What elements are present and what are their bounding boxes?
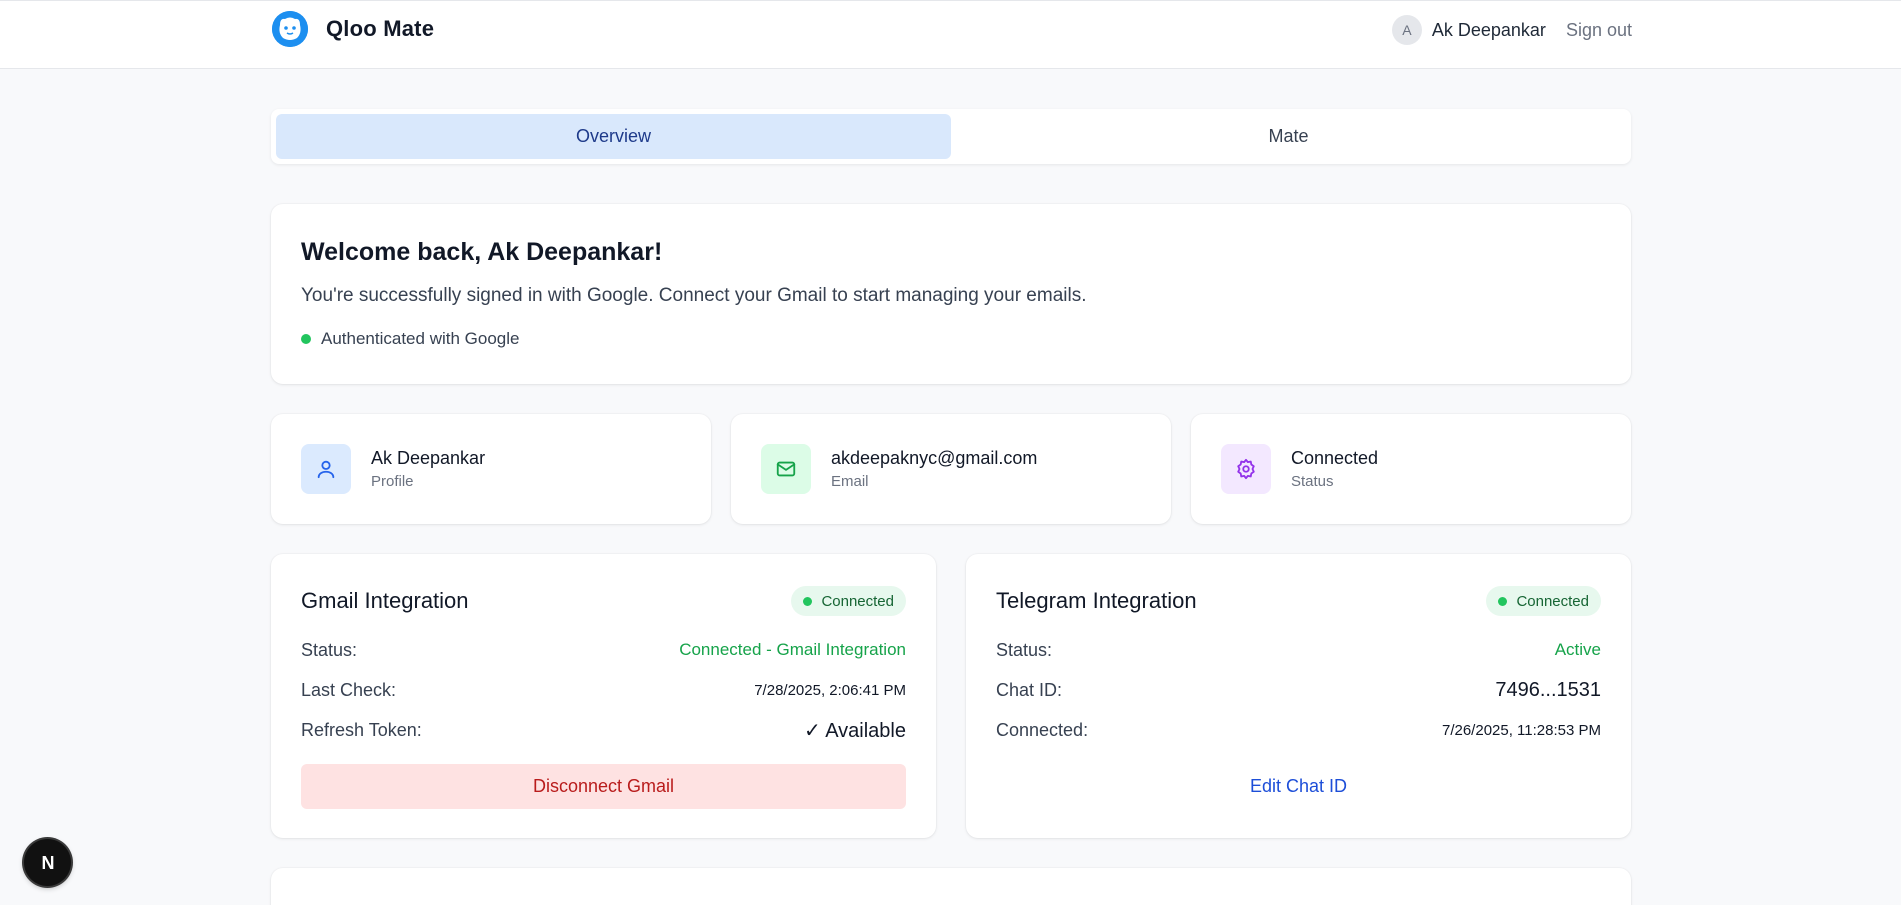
status-badge: Connected xyxy=(791,586,906,616)
status-dot-icon xyxy=(301,334,311,344)
auth-status: Authenticated with Google xyxy=(301,329,1601,349)
profile-card: Ak Deepankar Profile xyxy=(271,414,711,524)
row-value: 7/28/2025, 2:06:41 PM xyxy=(754,681,906,699)
brand[interactable]: Qloo Mate xyxy=(272,10,434,48)
svg-text:N: N xyxy=(41,853,54,873)
row-value: ✓ Available xyxy=(803,719,906,742)
gmail-refresh-token-row: Refresh Token: ✓ Available xyxy=(301,718,906,742)
user-name: Ak Deepankar xyxy=(1431,19,1546,40)
gear-icon xyxy=(1221,444,1271,494)
status-value: Connected xyxy=(1291,448,1379,468)
profile-label: Profile xyxy=(371,473,414,490)
row-value: Connected - Gmail Integration xyxy=(679,640,906,659)
email-address: akdeepaknyc@gmail.com xyxy=(831,448,1038,468)
welcome-card: Welcome back, Ak Deepankar! You're succe… xyxy=(271,204,1631,384)
tab-overview[interactable]: Overview xyxy=(276,114,951,159)
telegram-status-row: Status: Active xyxy=(996,638,1601,662)
row-value: Active xyxy=(1554,640,1601,659)
welcome-title: Welcome back, Ak Deepankar! xyxy=(301,238,663,266)
telegram-chat-id-row: Chat ID: 7496...1531 xyxy=(996,678,1601,702)
status-dot-icon xyxy=(803,596,813,606)
row-label: Last Check: xyxy=(301,679,397,700)
status-dot-icon xyxy=(1498,596,1508,606)
user-icon xyxy=(301,444,351,494)
row-value: 7/26/2025, 11:28:53 PM xyxy=(1441,721,1601,739)
badge-text: Connected xyxy=(1516,592,1589,610)
badge-text: Connected xyxy=(821,592,894,610)
welcome-message: You're successfully signed in with Googl… xyxy=(301,285,1087,306)
mail-icon xyxy=(761,444,811,494)
row-label: Status: xyxy=(996,639,1053,660)
telegram-connected-row: Connected: 7/26/2025, 11:28:53 PM xyxy=(996,718,1601,742)
row-label: Status: xyxy=(301,639,358,660)
gmail-last-check-row: Last Check: 7/28/2025, 2:06:41 PM xyxy=(301,678,906,702)
row-label: Chat ID: xyxy=(996,679,1063,700)
brand-name: Qloo Mate xyxy=(326,16,435,41)
row-label: Refresh Token: xyxy=(301,719,422,740)
gmail-integration-card: Gmail Integration Connected Status: Conn… xyxy=(271,554,936,838)
sign-out-button[interactable]: Sign out xyxy=(1566,20,1632,41)
disconnect-gmail-button[interactable]: Disconnect Gmail xyxy=(301,764,906,809)
qloo-logo-icon xyxy=(272,11,308,47)
bottom-card xyxy=(271,868,1631,905)
user-area: A Ak Deepankar Sign out xyxy=(1391,15,1632,45)
row-label: Connected: xyxy=(996,719,1089,740)
top-header: Qloo Mate A Ak Deepankar Sign out xyxy=(0,0,1901,69)
tab-bar: Overview Mate xyxy=(271,109,1631,164)
gmail-integration-title: Gmail Integration xyxy=(301,588,469,613)
profile-name: Ak Deepankar xyxy=(371,448,486,468)
status-label: Status xyxy=(1291,473,1334,490)
row-value: 7496...1531 xyxy=(1495,678,1601,701)
status-card: Connected Status xyxy=(1191,414,1631,524)
status-badge: Connected xyxy=(1486,586,1601,616)
avatar[interactable]: A xyxy=(1391,15,1422,45)
email-label: Email xyxy=(831,473,869,490)
edit-chat-id-button[interactable]: Edit Chat ID xyxy=(996,764,1601,809)
telegram-integration-card: Telegram Integration Connected Status: A… xyxy=(966,554,1631,838)
tab-mate[interactable]: Mate xyxy=(951,114,1626,159)
auth-status-text: Authenticated with Google xyxy=(321,329,520,348)
nextjs-logo-icon: N xyxy=(41,853,54,873)
telegram-integration-title: Telegram Integration xyxy=(996,588,1197,613)
email-card: akdeepaknyc@gmail.com Email xyxy=(731,414,1171,524)
nextjs-dev-badge[interactable]: N xyxy=(24,839,71,886)
gmail-status-row: Status: Connected - Gmail Integration xyxy=(301,638,906,662)
